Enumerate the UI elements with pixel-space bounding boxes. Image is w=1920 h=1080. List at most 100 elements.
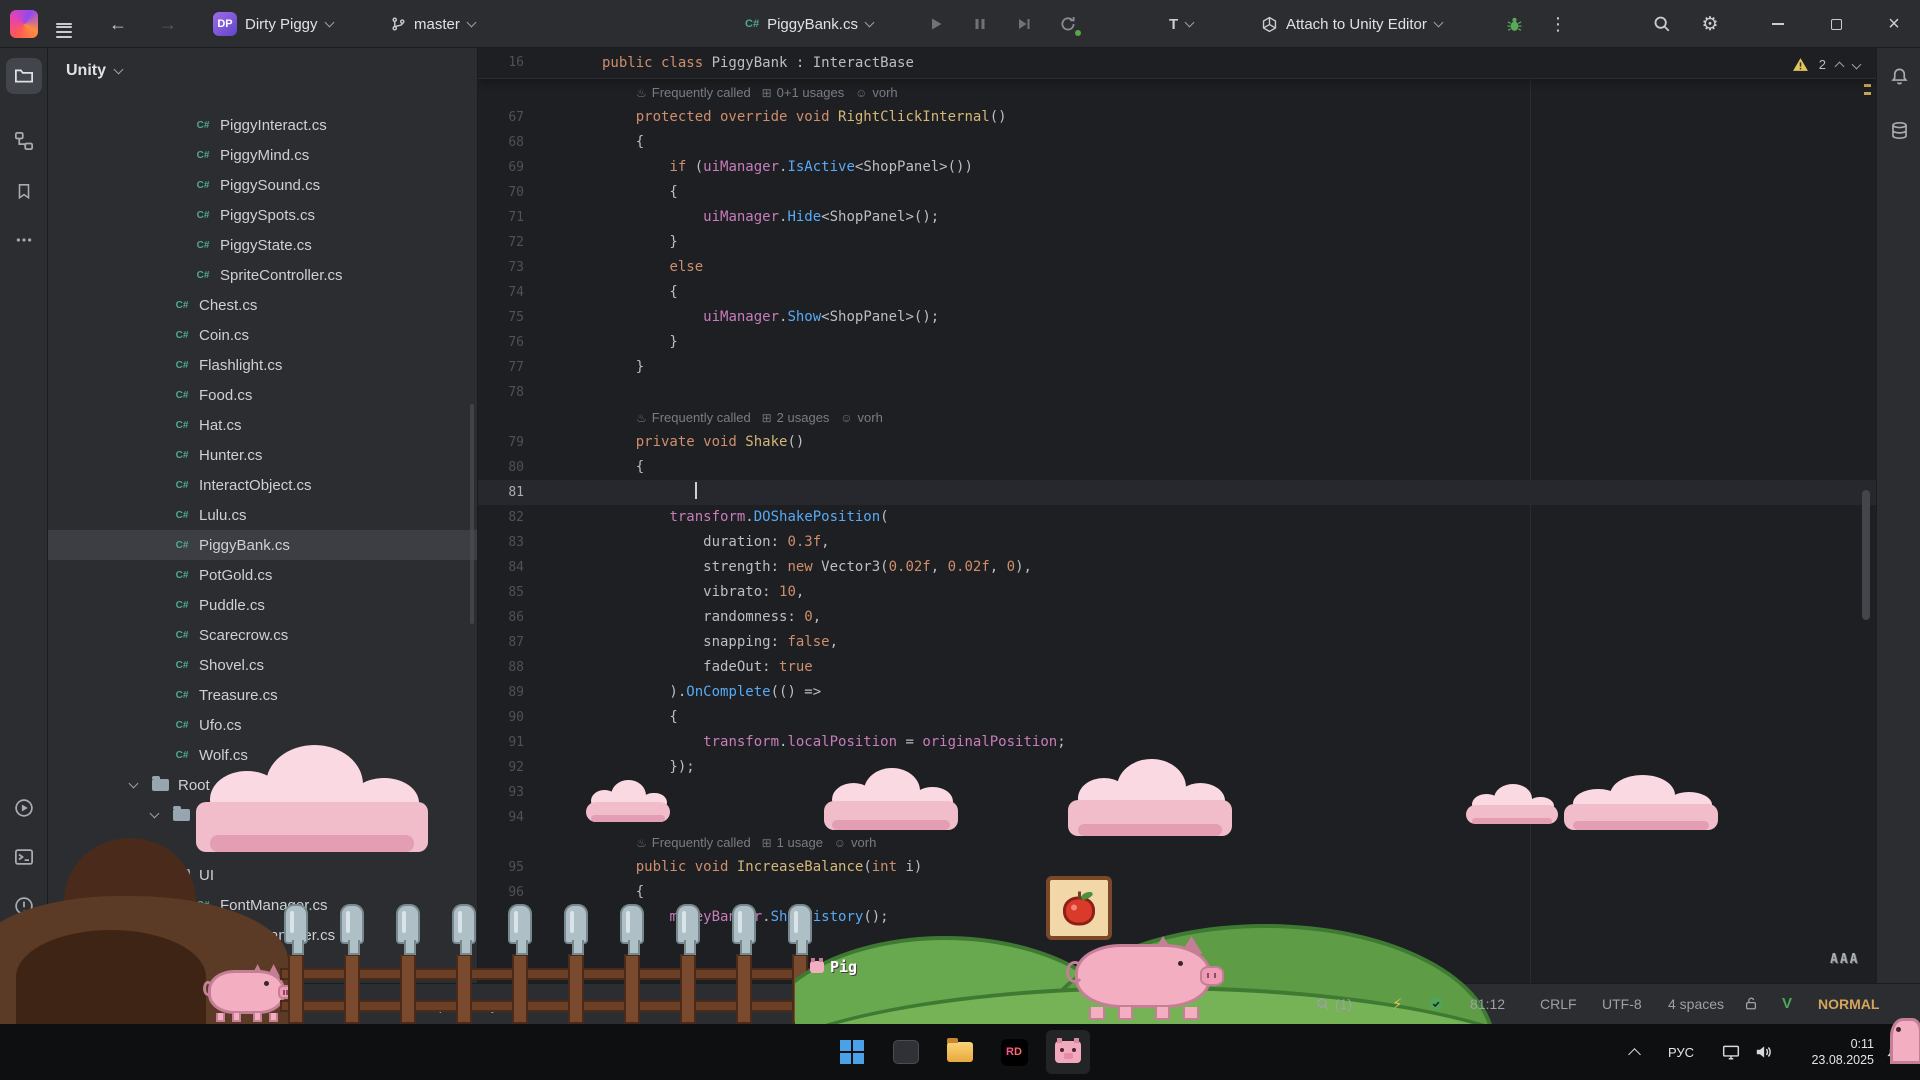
debug-button[interactable]	[1496, 6, 1532, 42]
tree-item-food-cs[interactable]: C#Food.cs	[48, 380, 477, 410]
bookmarks-tool-button[interactable]	[6, 173, 42, 209]
expand-chevron-icon[interactable]	[129, 779, 139, 789]
tree-item-puddle-cs[interactable]: C#Puddle.cs	[48, 590, 477, 620]
code-line-16[interactable]: 16public class PiggyBank : InteractBase	[478, 48, 1876, 78]
code-line-87[interactable]: 87 snapping: false,	[478, 630, 1876, 655]
project-view-selector[interactable]: Unity	[66, 62, 122, 80]
current-file-selector[interactable]: C# PiggyBank.cs	[736, 8, 882, 40]
code-line-91[interactable]: 91 transform.localPosition = originalPos…	[478, 730, 1876, 755]
code-line-72[interactable]: 72 }	[478, 230, 1876, 255]
run-configuration-selector[interactable]: Attach to Unity Editor	[1252, 8, 1451, 40]
vim-mode-badge[interactable]: NORMAL	[1818, 983, 1879, 1024]
code-line-82[interactable]: 82 transform.DOShakePosition(	[478, 505, 1876, 530]
close-button[interactable]: ×	[1868, 0, 1920, 48]
inlay-hint-row[interactable]: ♨Frequently called ⊞2 usages ☺vorh	[478, 405, 1876, 430]
code-line-90[interactable]: 90 {	[478, 705, 1876, 730]
hot-reload-button[interactable]	[1050, 6, 1086, 42]
tree-item-piggybank-cs[interactable]: C#PiggyBank.cs	[48, 530, 477, 560]
display-tray-button[interactable]	[1722, 1024, 1740, 1080]
code-line-77[interactable]: 77 }	[478, 355, 1876, 380]
warning-stripe-mark[interactable]	[1864, 92, 1871, 95]
language-indicator[interactable]: РУС	[1668, 1024, 1694, 1080]
profiler-button[interactable]: T	[1160, 8, 1202, 40]
chevron-down-icon[interactable]	[1852, 59, 1862, 69]
more-actions-button[interactable]: ⋮	[1540, 6, 1576, 42]
game-app-button[interactable]	[1046, 1030, 1090, 1074]
tree-item-ufo-cs[interactable]: C#Ufo.cs	[48, 710, 477, 740]
project-tool-button[interactable]	[6, 58, 42, 94]
sticky-header-line[interactable]: 16public class PiggyBank : InteractBase	[478, 48, 1876, 79]
database-tool-button[interactable]	[1881, 112, 1917, 148]
notification-center-button[interactable]	[1886, 1024, 1904, 1080]
code-line-81[interactable]: 81	[478, 480, 1876, 505]
task-view-button[interactable]	[884, 1030, 928, 1074]
code-line-71[interactable]: 71 uiManager.Hide<ShopPanel>();	[478, 205, 1876, 230]
code-line-80[interactable]: 80 {	[478, 455, 1876, 480]
tree-item-lulu-cs[interactable]: C#Lulu.cs	[48, 500, 477, 530]
main-menu-button[interactable]	[46, 6, 82, 42]
code-line-70[interactable]: 70 {	[478, 180, 1876, 205]
terminal-tool-button[interactable]	[6, 839, 42, 875]
tree-item-piggystate-cs[interactable]: C#PiggyState.cs	[48, 230, 477, 260]
code-line-85[interactable]: 85 vibrato: 10,	[478, 580, 1876, 605]
tree-item-menumanager-cs[interactable]: C#MenuManager.cs	[48, 920, 477, 950]
code-line-74[interactable]: 74 {	[478, 280, 1876, 305]
tree-item-piggymind-cs[interactable]: C#PiggyMind.cs	[48, 140, 477, 170]
warning-stripe-mark[interactable]	[1864, 84, 1871, 87]
back-button[interactable]: ←	[100, 6, 136, 42]
maximize-button[interactable]	[1810, 0, 1862, 48]
forward-button[interactable]: →	[150, 6, 186, 42]
inspection-status-indicator[interactable]	[1428, 983, 1444, 1024]
tree-item-flashlight-cs[interactable]: C#Flashlight.cs	[48, 350, 477, 380]
tree-item-scarecrow-cs[interactable]: C#Scarecrow.cs	[48, 620, 477, 650]
settings-button[interactable]: ⚙	[1692, 6, 1728, 42]
code-line-83[interactable]: 83 duration: 0.3f,	[478, 530, 1876, 555]
chevron-up-icon[interactable]	[1835, 61, 1845, 71]
indent-indicator[interactable]: 4 spaces	[1668, 983, 1724, 1024]
tree-item-interactbase-cs[interactable]: C#InteractBase.cs	[48, 830, 477, 860]
code-line-78[interactable]: 78	[478, 380, 1876, 405]
code-line-68[interactable]: 68 {	[478, 130, 1876, 155]
code-line-95[interactable]: 95 public void IncreaseBalance(int i)	[478, 855, 1876, 880]
search-everywhere-button[interactable]	[1644, 6, 1680, 42]
expand-chevron-icon[interactable]	[150, 869, 160, 879]
run-tool-button[interactable]	[6, 790, 42, 826]
structure-tool-button[interactable]	[6, 123, 42, 159]
code-line-88[interactable]: 88 fadeOut: true	[478, 655, 1876, 680]
tray-expand-button[interactable]	[1630, 1024, 1639, 1080]
notifications-button[interactable]	[1881, 58, 1917, 94]
readonly-toggle[interactable]	[1744, 983, 1758, 1024]
clock[interactable]: 0:11 23.08.2025	[1792, 1024, 1874, 1080]
problems-tool-button[interactable]	[6, 888, 42, 924]
pause-button[interactable]	[962, 6, 998, 42]
tree-item-components[interactable]: Components	[48, 800, 477, 830]
tree-item-interactobject-cs[interactable]: C#InteractObject.cs	[48, 470, 477, 500]
tree-item-potgold-cs[interactable]: C#PotGold.cs	[48, 560, 477, 590]
tree-item-wolf-cs[interactable]: C#Wolf.cs	[48, 740, 477, 770]
code-line-94[interactable]: 94	[478, 805, 1876, 830]
tree-item-chest-cs[interactable]: C#Chest.cs	[48, 290, 477, 320]
inlay-hint-row[interactable]: ♨Frequently called ⊞1 usage ☺vorh	[478, 830, 1876, 855]
rider-app-button[interactable]: RD	[992, 1030, 1036, 1074]
tree-item-treasure-cs[interactable]: C#Treasure.cs	[48, 680, 477, 710]
code-line-76[interactable]: 76 }	[478, 330, 1876, 355]
tree-item-fontmanager-cs[interactable]: C#FontManager.cs	[48, 890, 477, 920]
tree-item-hunter-cs[interactable]: C#Hunter.cs	[48, 440, 477, 470]
code-line-73[interactable]: 73 else	[478, 255, 1876, 280]
code-line-97[interactable]: 97 moneyBanner.ShowHistory();	[478, 905, 1876, 930]
code-line-79[interactable]: 79 private void Shake()	[478, 430, 1876, 455]
code-area[interactable]: ♨Frequently called ⊞0+1 usages ☺vorh67 p…	[478, 80, 1876, 930]
code-line-96[interactable]: 96 {	[478, 880, 1876, 905]
tree-item-ui[interactable]: UI	[48, 860, 477, 890]
project-selector[interactable]: DP Dirty Piggy	[204, 8, 342, 40]
inspections-widget[interactable]: 2	[1792, 52, 1860, 76]
minimize-button[interactable]	[1752, 0, 1804, 48]
tree-item-piggyspots-cs[interactable]: C#PiggySpots.cs	[48, 200, 477, 230]
inlay-hint-row[interactable]: ♨Frequently called ⊞0+1 usages ☺vorh	[478, 80, 1876, 105]
code-line-92[interactable]: 92 });	[478, 755, 1876, 780]
tree-item-root[interactable]: Root	[48, 770, 477, 800]
tree-item-piggysound-cs[interactable]: C#PiggySound.cs	[48, 170, 477, 200]
vim-plugin-icon[interactable]: V	[1782, 983, 1792, 1024]
run-button[interactable]	[918, 6, 954, 42]
caret-position[interactable]: 81:12	[1470, 983, 1505, 1024]
